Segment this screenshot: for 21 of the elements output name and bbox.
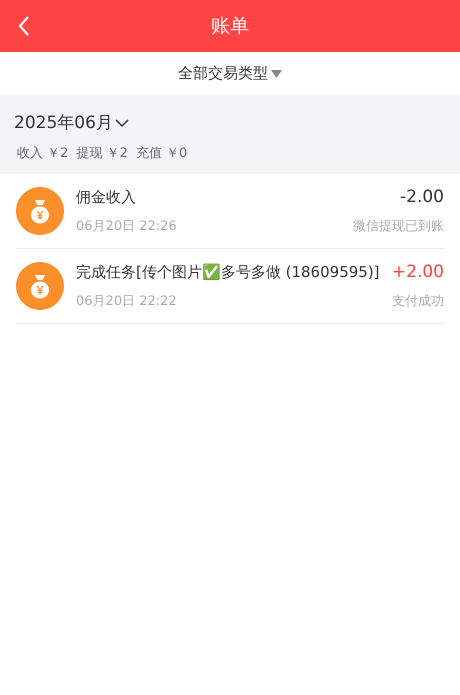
transaction-amount: +2.00 [392,262,444,282]
dropdown-triangle-icon [271,70,282,78]
transaction-row[interactable]: 完成任务[传个图片✅多号多做 (18609595)] +2.00 06月20日 22:22 支付成功 [16,249,444,324]
month-picker[interactable]: 2025年06月 [14,111,129,134]
transaction-row[interactable]: 佣金收入 -2.00 06月20日 22:26 微信提现已到账 [16,174,444,249]
transaction-time: 06月20日 22:26 [76,218,177,235]
transaction-title: 完成任务[传个图片✅多号多做 (18609595)] [76,262,380,282]
summary-text: 收入 ￥2 [17,145,68,162]
summary-text: 充值 ￥0 [136,145,188,162]
money-bag-icon [16,187,64,235]
transaction-status: 支付成功 [392,293,444,310]
transaction-time: 06月20日 22:22 [76,293,177,310]
transaction-status: 微信提现已到账 [353,218,444,235]
summary-text: 提现 ￥2 [76,145,128,162]
transaction-amount: -2.00 [400,187,444,207]
chevron-down-icon [114,118,129,128]
back-icon [18,15,30,37]
transaction-title: 佣金收入 [76,188,136,206]
transaction-type-dropdown[interactable]: 全部交易类型 [178,64,282,83]
money-bag-icon [16,262,64,310]
page-title: 账单 [211,14,249,39]
